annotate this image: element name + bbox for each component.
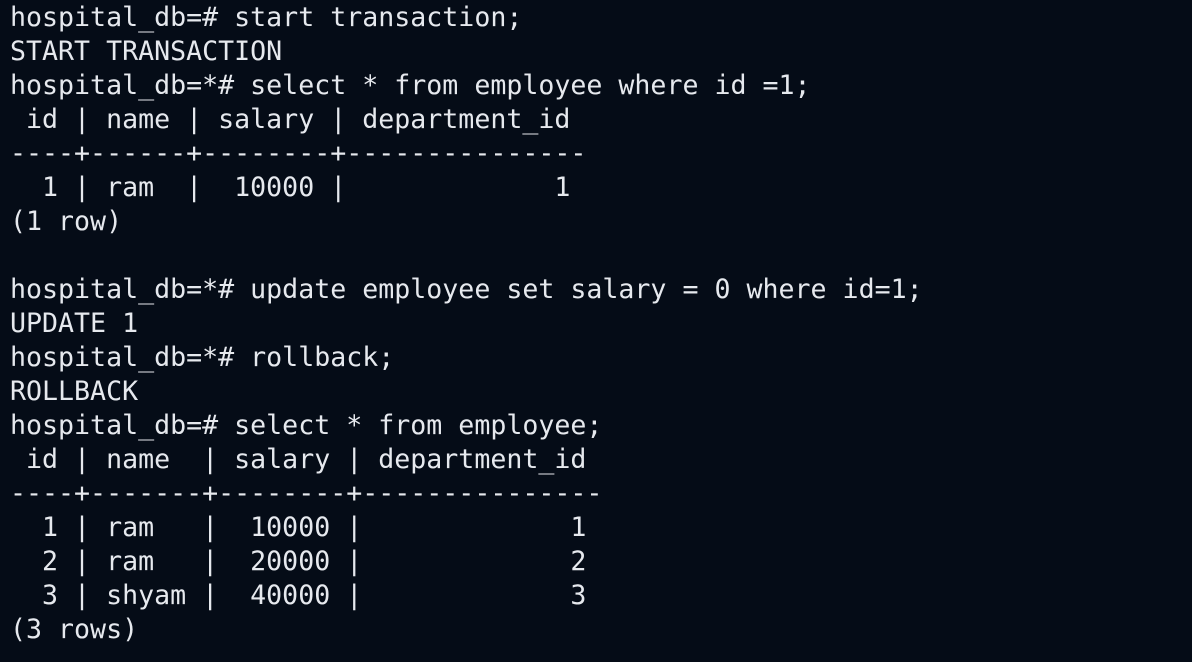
prompt-select-id-1: hospital_db=*# select * from employee wh… (10, 70, 811, 101)
row-count: (3 rows) (10, 614, 139, 645)
table-separator: ----+------+--------+--------------- (10, 138, 587, 169)
table-row: 1 | ram | 10000 | 1 (10, 512, 587, 543)
table-row: 1 | ram | 10000 | 1 (10, 172, 571, 203)
prompt-select-all: hospital_db=# select * from employee; (10, 410, 603, 441)
prompt-rollback: hospital_db=*# rollback; (10, 342, 395, 373)
prompt-start-transaction: hospital_db=# start transaction; (10, 2, 523, 33)
terminal-window[interactable]: hospital_db=# start transaction; START T… (0, 0, 1192, 662)
output-start-transaction: START TRANSACTION (10, 36, 283, 67)
row-count: (1 row) (10, 206, 123, 237)
table-row: 2 | ram | 20000 | 2 (10, 546, 587, 577)
table-header: id | name | salary | department_id (10, 104, 571, 135)
table-row: 3 | shyam | 40000 | 3 (10, 580, 587, 611)
output-rollback: ROLLBACK (10, 376, 139, 407)
table-header: id | name | salary | department_id (10, 444, 587, 475)
table-separator: ----+-------+--------+--------------- (10, 478, 603, 509)
prompt-update: hospital_db=*# update employee set salar… (10, 274, 923, 305)
output-update: UPDATE 1 (10, 308, 139, 339)
